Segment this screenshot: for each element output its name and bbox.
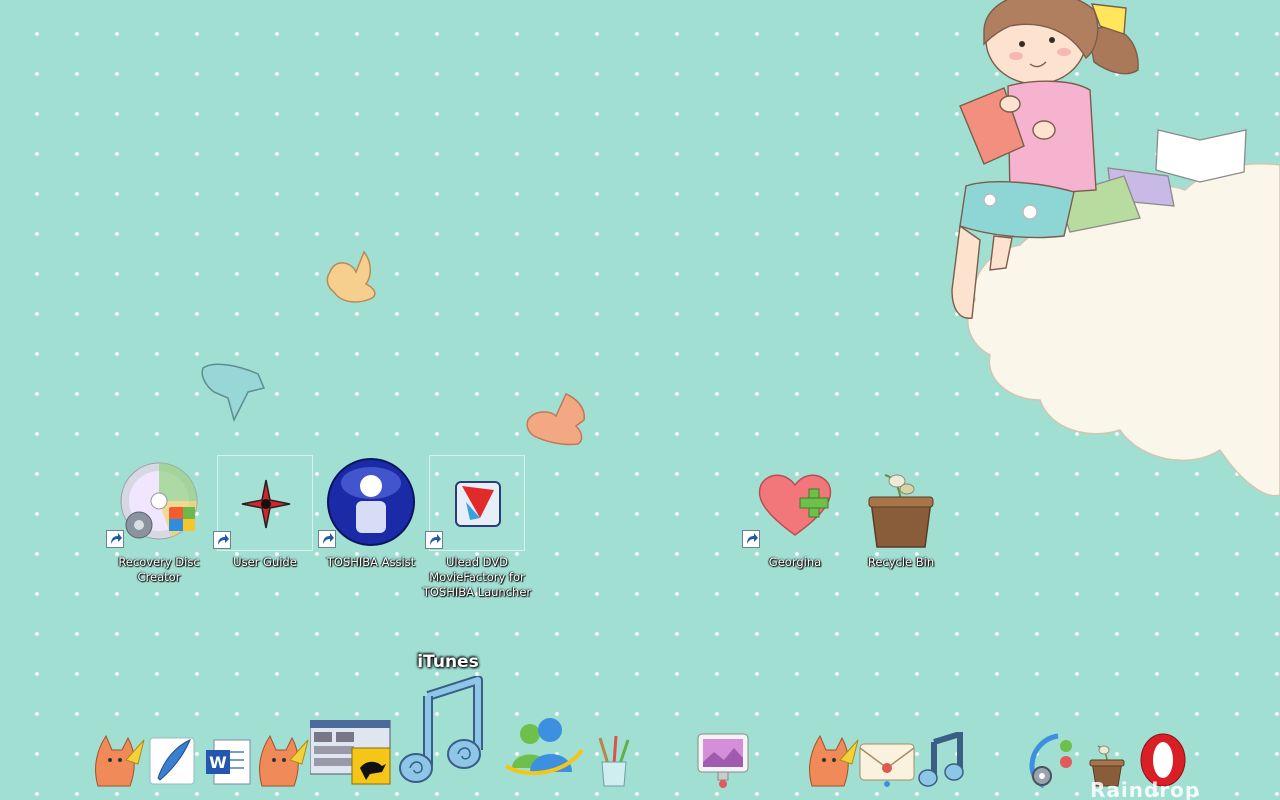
dock-tooltip: iTunes — [417, 652, 479, 672]
desktop-icon-georgina[interactable] — [742, 455, 843, 551]
dock-item-paint-brushes[interactable] — [594, 734, 634, 788]
dock-item-quill[interactable] — [148, 734, 198, 786]
dock-item-music[interactable] — [918, 732, 966, 788]
wallpaper-illustration — [201, 0, 1280, 497]
desktop-icon-label: Ulead DVD MovieFactory for TOSHIBA Launc… — [422, 555, 532, 599]
wallpaper-watermark: Raindrop — [1090, 778, 1201, 800]
fox-icon — [95, 734, 145, 787]
dock-item-settings[interactable] — [1024, 732, 1080, 788]
heart-plus-icon — [758, 474, 832, 536]
desktop-icon-label: Georgina — [768, 555, 822, 569]
dock-item-fox[interactable] — [256, 730, 310, 788]
shortcut-arrow-icon — [425, 531, 443, 549]
dock-item-monitor[interactable] — [696, 732, 750, 788]
dock-item-fox[interactable] — [806, 730, 860, 788]
quill-icon — [149, 737, 195, 785]
desktop-icon-recycle-bin[interactable] — [853, 455, 949, 551]
gear-settings-icon — [1029, 733, 1072, 788]
desktop-icon-recovery-disc-creator[interactable] — [106, 455, 207, 551]
dock-item-word[interactable]: W — [204, 738, 252, 786]
bird-orange — [526, 393, 585, 446]
shortcut-arrow-icon — [318, 530, 336, 548]
ulead-dvd-icon — [455, 481, 501, 527]
itunes-music-note-icon — [399, 676, 483, 783]
desktop-icon-label: TOSHIBA Assist — [326, 555, 416, 569]
desktop-icon-ulead-dvd-moviefactory[interactable] — [425, 455, 525, 551]
dock-item-itunes[interactable] — [398, 676, 486, 788]
desktop-icon-toshiba-assist[interactable] — [318, 455, 419, 551]
shortcut-arrow-icon — [106, 530, 124, 548]
plant-pot-recycle-icon — [868, 474, 934, 548]
shortcut-arrow-icon — [742, 530, 760, 548]
fox-icon — [259, 734, 309, 787]
dock-item-window-thumbnail[interactable] — [310, 720, 392, 786]
desktop-icon-label: Recovery Disc Creator — [118, 555, 200, 584]
monitor-icon — [697, 733, 749, 788]
bird-yellow — [326, 250, 376, 303]
dock-item-messenger[interactable] — [504, 716, 584, 782]
svg-text:W: W — [209, 753, 227, 772]
paint-brushes-icon — [598, 735, 630, 787]
bird-blue — [201, 363, 266, 423]
desktop-icon-label: User Guide — [233, 555, 297, 569]
dock-item-envelope[interactable] — [858, 740, 916, 788]
recovery-disc-icon — [120, 462, 198, 540]
music-note-icon — [918, 732, 964, 787]
fox-icon — [809, 734, 859, 787]
shortcut-arrow-icon — [213, 531, 231, 549]
window-thumbnail-icon — [310, 720, 391, 785]
word-document-icon: W — [206, 739, 251, 785]
desktop-icon-label: Recycle Bin — [867, 555, 935, 569]
desktop[interactable]: Recovery Disc Creator User Guide TOSHIBA… — [0, 0, 1280, 800]
dock-item-fox[interactable] — [92, 730, 146, 788]
messenger-buddies-icon — [504, 718, 584, 776]
desktop-icon-user-guide[interactable] — [213, 455, 313, 551]
user-guide-icon — [241, 479, 291, 529]
toshiba-assist-icon — [327, 458, 415, 546]
envelope-icon — [859, 743, 915, 787]
